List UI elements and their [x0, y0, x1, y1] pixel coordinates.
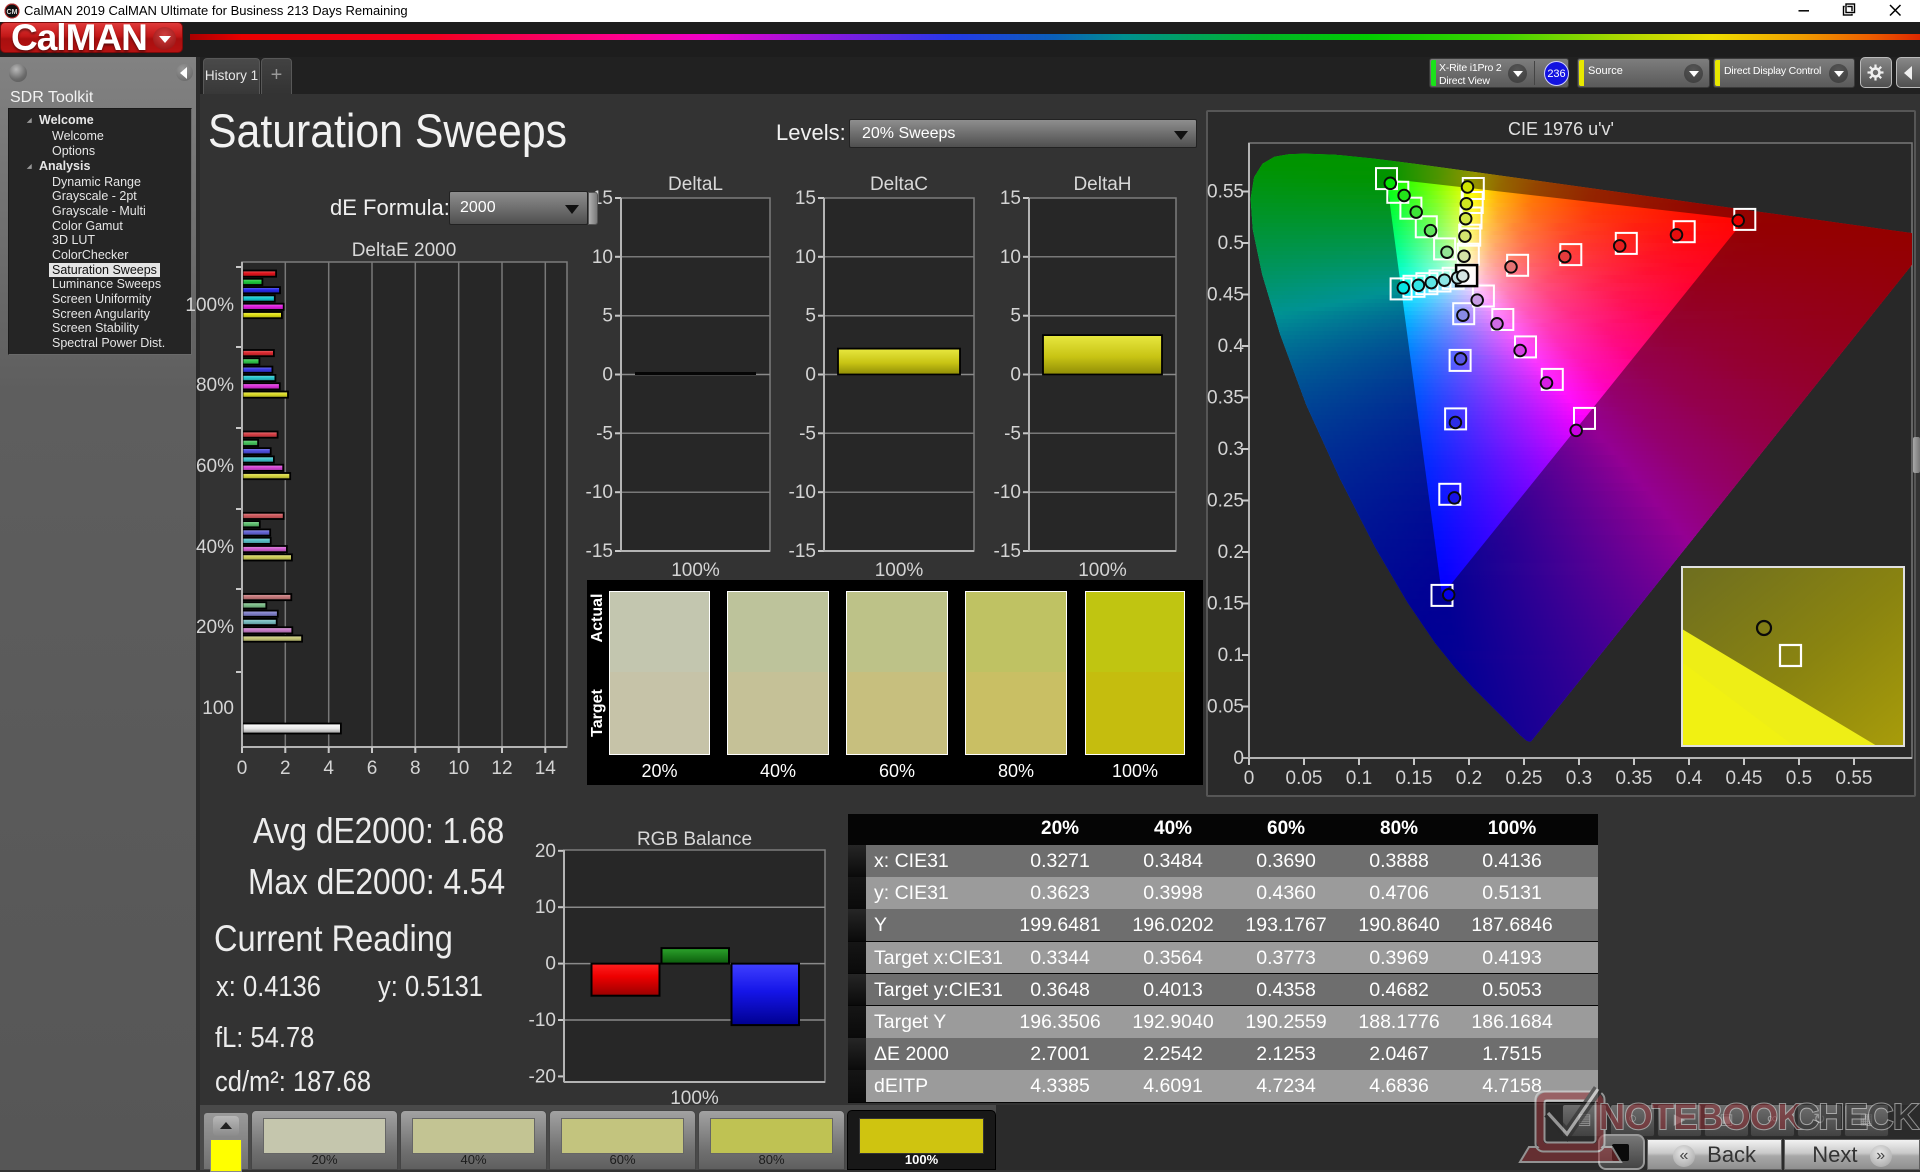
svg-text:CHECK: CHECK	[1793, 1096, 1919, 1137]
svg-text:NOTEBOOK: NOTEBOOK	[1599, 1096, 1804, 1137]
